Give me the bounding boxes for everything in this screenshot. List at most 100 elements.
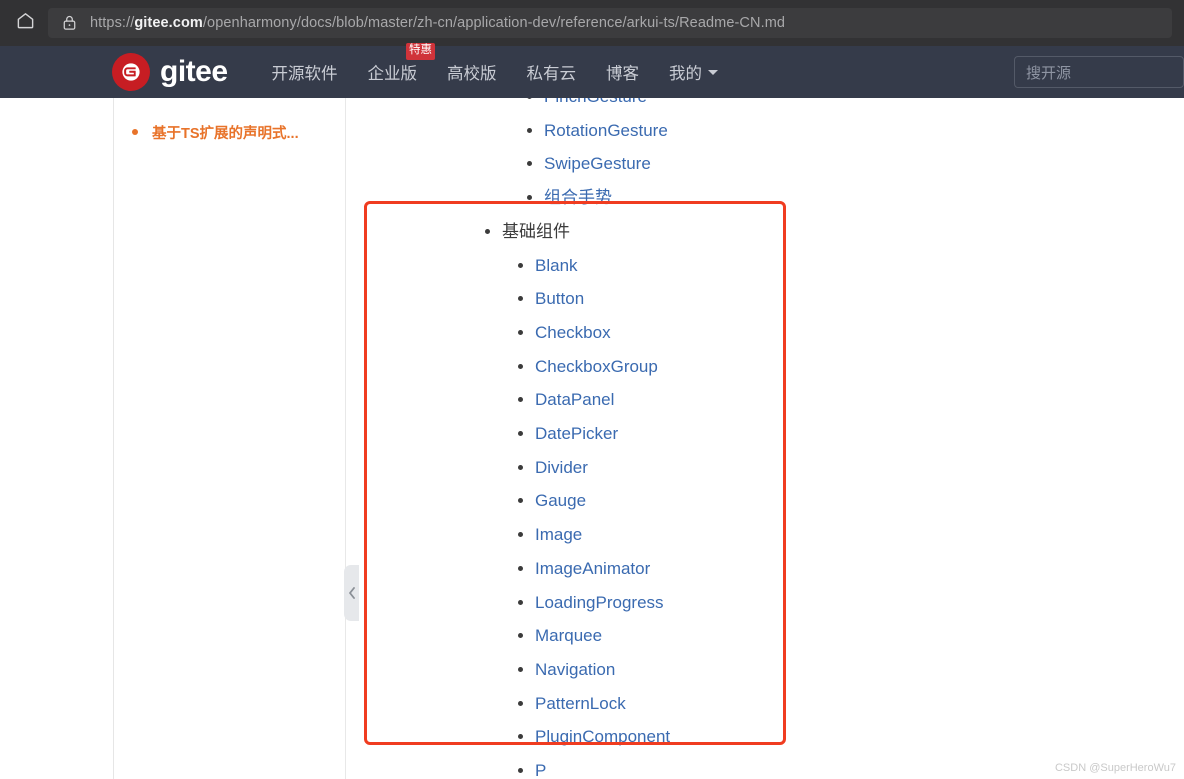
- nav-item-label: 博客: [606, 65, 640, 83]
- bullet-icon: [518, 498, 523, 504]
- nav-item-label: 高校版: [447, 65, 497, 83]
- bullet-icon: [518, 734, 523, 740]
- bullet-icon: [518, 296, 523, 302]
- bullet-icon: [518, 464, 523, 470]
- list-item[interactable]: PinchGesture: [519, 98, 897, 114]
- outline-link[interactable]: Button: [535, 289, 584, 308]
- bullet-icon: [518, 532, 523, 538]
- list-item[interactable]: Image: [510, 518, 897, 552]
- bullet-icon: [518, 768, 523, 774]
- url-text: https://gitee.com/openharmony/docs/blob/…: [90, 15, 785, 31]
- primary-nav: 开源软件 企业版 特惠 高校版 私有云 博客 我的: [272, 43, 719, 84]
- promo-badge: 特惠: [406, 43, 436, 60]
- outline-link[interactable]: Divider: [535, 458, 588, 477]
- bullet-icon: [518, 262, 523, 268]
- list-item[interactable]: Navigation: [510, 653, 897, 687]
- outline-link[interactable]: SwipeGesture: [544, 154, 651, 173]
- outline-link[interactable]: Checkbox: [535, 323, 611, 342]
- search-placeholder: 搜开源: [1026, 64, 1072, 82]
- search-input[interactable]: 搜开源: [1014, 56, 1184, 88]
- list-item[interactable]: P: [510, 754, 897, 779]
- outline-link[interactable]: ImageAnimator: [535, 559, 650, 578]
- outline-link[interactable]: CheckboxGroup: [535, 357, 658, 376]
- list-item[interactable]: Button: [510, 282, 897, 316]
- bullet-icon: [518, 363, 523, 369]
- outline-link[interactable]: Blank: [535, 256, 578, 275]
- list-item[interactable]: DataPanel: [510, 383, 897, 417]
- watermark: CSDN @SuperHeroWu7: [1054, 762, 1176, 774]
- nav-item-private-cloud[interactable]: 私有云: [527, 60, 577, 84]
- nav-item-education[interactable]: 高校版: [447, 60, 497, 84]
- nav-item-label: 我的: [669, 65, 703, 83]
- page-body: 基于TS扩展的声明式... PinchGesture RotationGestu…: [0, 98, 1184, 779]
- list-item[interactable]: 组合手势: [519, 181, 897, 215]
- gitee-logo-mark-icon: [112, 53, 150, 91]
- nav-item-mine[interactable]: 我的: [669, 60, 719, 84]
- bullet-icon: [518, 565, 523, 571]
- address-bar[interactable]: https://gitee.com/openharmony/docs/blob/…: [48, 8, 1172, 38]
- bullet-icon: [527, 127, 532, 133]
- outline-link[interactable]: Marquee: [535, 626, 602, 645]
- outline-link[interactable]: LoadingProgress: [535, 593, 664, 612]
- gitee-logo[interactable]: gitee: [112, 53, 228, 91]
- bullet-icon: [485, 228, 490, 234]
- list-item[interactable]: Checkbox: [510, 316, 897, 350]
- list-item[interactable]: Divider: [510, 451, 897, 485]
- list-item[interactable]: ImageAnimator: [510, 552, 897, 586]
- list-item[interactable]: CheckboxGroup: [510, 350, 897, 384]
- nav-item-label: 开源软件: [271, 65, 338, 83]
- list-item[interactable]: SwipeGesture: [519, 147, 897, 181]
- nav-item-label: 企业版: [367, 65, 418, 83]
- outline-link[interactable]: DatePicker: [535, 424, 618, 443]
- outline-link[interactable]: 组合手势: [544, 188, 612, 207]
- url-host: gitee.com: [134, 15, 203, 31]
- nav-item-blog[interactable]: 博客: [606, 60, 639, 84]
- bullet-icon: [518, 329, 523, 335]
- bullet-icon: [518, 397, 523, 403]
- bullet-icon: [518, 431, 523, 437]
- url-path: /openharmony/docs/blob/master/zh-cn/appl…: [202, 15, 786, 31]
- outline-link[interactable]: RotationGesture: [544, 121, 668, 140]
- sidebar-item-ts-declarative[interactable]: 基于TS扩展的声明式...: [114, 98, 345, 143]
- left-gutter: [0, 98, 114, 779]
- browser-toolbar: https://gitee.com/openharmony/docs/blob/…: [0, 0, 1184, 46]
- outline-group-label: 基础组件: [502, 221, 570, 241]
- bullet-icon: [518, 599, 523, 605]
- bullet-icon: [527, 98, 532, 99]
- list-item[interactable]: DatePicker: [510, 417, 897, 451]
- nav-item-opensource[interactable]: 开源软件: [272, 60, 338, 84]
- outline-link[interactable]: PinchGesture: [544, 98, 647, 106]
- list-item[interactable]: PatternLock: [510, 687, 897, 721]
- site-header: gitee 开源软件 企业版 特惠 高校版 私有云 博客 我的 搜开源: [0, 43, 1184, 98]
- sidebar-item-label: 基于TS扩展的声明式...: [152, 126, 299, 142]
- bullet-icon: [132, 129, 138, 135]
- outline-link[interactable]: P: [535, 761, 546, 779]
- list-item[interactable]: Marquee: [510, 619, 897, 653]
- nav-item-enterprise[interactable]: 企业版 特惠: [367, 43, 436, 84]
- bullet-icon: [518, 666, 523, 672]
- outline-link[interactable]: Gauge: [535, 491, 586, 510]
- list-item[interactable]: PluginComponent: [510, 720, 897, 754]
- outline-link[interactable]: Navigation: [535, 660, 615, 679]
- outline-link[interactable]: PatternLock: [535, 694, 626, 713]
- sidebar-toc: 基于TS扩展的声明式...: [114, 98, 359, 779]
- bullet-icon: [527, 161, 532, 167]
- bullet-icon: [527, 195, 532, 201]
- chevron-left-icon: [348, 587, 355, 599]
- sidebar-collapse-handle[interactable]: [344, 565, 359, 621]
- list-item[interactable]: Blank: [510, 249, 897, 283]
- document-content: PinchGesture RotationGesture SwipeGestur…: [346, 98, 1184, 779]
- nav-item-label: 私有云: [526, 65, 577, 83]
- outline-list: PinchGesture RotationGesture SwipeGestur…: [477, 98, 897, 779]
- list-item: 基础组件: [477, 215, 897, 249]
- outline-link[interactable]: PluginComponent: [535, 727, 670, 746]
- outline-link[interactable]: Image: [535, 525, 582, 544]
- list-item[interactable]: LoadingProgress: [510, 586, 897, 620]
- lock-icon: [60, 14, 78, 32]
- outline-link[interactable]: DataPanel: [535, 390, 614, 409]
- bullet-icon: [518, 633, 523, 639]
- home-button[interactable]: [10, 8, 40, 38]
- list-item[interactable]: RotationGesture: [519, 114, 897, 148]
- list-item[interactable]: Gauge: [510, 484, 897, 518]
- bullet-icon: [518, 700, 523, 706]
